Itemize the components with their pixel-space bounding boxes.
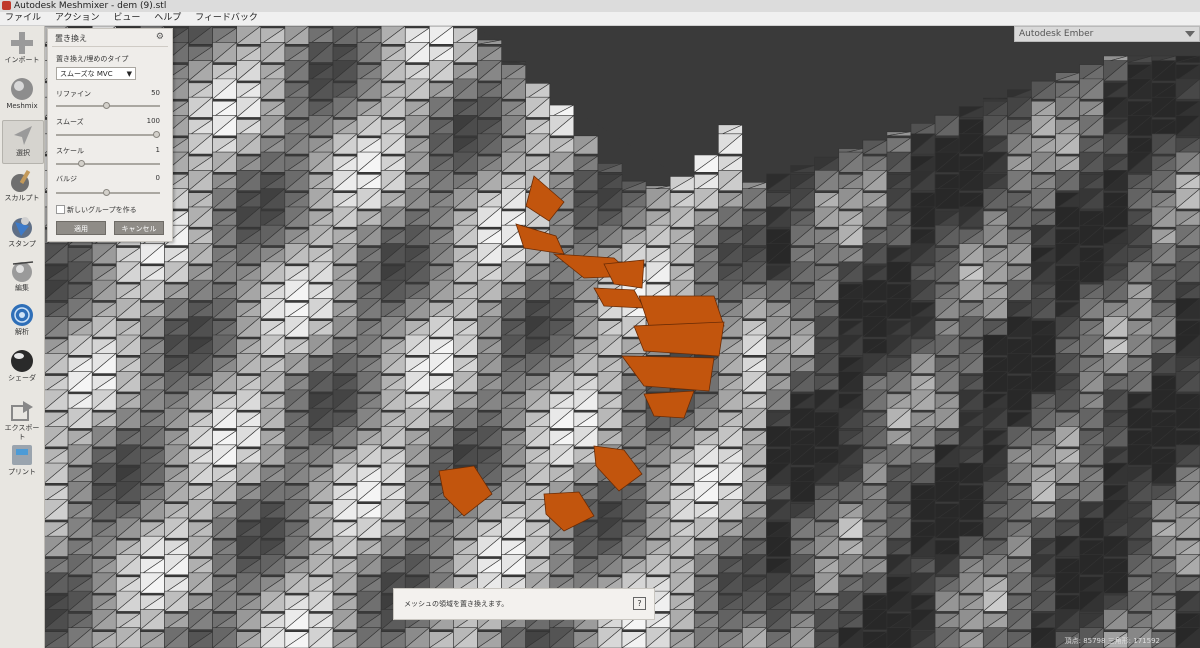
- refine-slider[interactable]: [56, 102, 160, 109]
- hint-text: メッシュの領域を置き換えます。: [404, 600, 509, 608]
- left-toolbar: インポート Meshmix 選択 スカルプト スタンプ 編集 解析 シェーダ エ…: [0, 26, 45, 648]
- status-bar: 頂点: 85798 三角形: 171592: [1064, 637, 1160, 645]
- scale-slider[interactable]: [56, 160, 160, 167]
- view-mode-dropdown[interactable]: Autodesk Ember: [1014, 26, 1200, 42]
- param-value-scale: 1: [155, 146, 160, 154]
- chevron-down-icon: [1185, 31, 1195, 37]
- tool-edit[interactable]: 編集: [2, 256, 42, 298]
- cancel-button[interactable]: キャンセル: [114, 221, 164, 235]
- param-label-scale: スケール: [56, 147, 84, 155]
- selected-face-region[interactable]: [603, 259, 645, 289]
- tool-meshmix[interactable]: Meshmix: [2, 74, 42, 116]
- tool-label: 選択: [16, 149, 30, 157]
- slider-knob[interactable]: [153, 131, 160, 138]
- panel-title: 置き換え: [55, 34, 87, 43]
- help-button[interactable]: ?: [633, 597, 646, 610]
- plus-icon: [11, 32, 33, 54]
- export-icon: [11, 401, 33, 421]
- analysis-icon: [11, 304, 33, 326]
- tool-sculpt[interactable]: スカルプト: [2, 166, 42, 208]
- menu-file[interactable]: ファイル: [0, 12, 47, 25]
- tool-shader[interactable]: シェーダ: [2, 346, 42, 388]
- type-dropdown-value: スムーズな MVC: [60, 70, 113, 78]
- menu-bar: ファイル アクション ビュー ヘルプ フィードバック: [0, 12, 1200, 26]
- arrow-cursor-icon: [14, 126, 32, 145]
- menu-feedback[interactable]: フィードバック: [190, 12, 264, 25]
- tool-label: インポート: [4, 56, 40, 64]
- 3d-viewport[interactable]: [44, 26, 1200, 648]
- tool-label: プリント: [8, 468, 36, 476]
- type-dropdown[interactable]: スムーズな MVC ▼: [56, 67, 136, 80]
- apply-button[interactable]: 適用: [56, 221, 106, 235]
- brush-icon: [11, 169, 31, 192]
- menu-action[interactable]: アクション: [50, 12, 106, 25]
- tool-analysis[interactable]: 解析: [2, 300, 42, 342]
- tool-label: シェーダ: [8, 374, 36, 382]
- hint-box: メッシュの領域を置き換えます。 ?: [393, 588, 655, 620]
- tool-print[interactable]: プリント: [2, 440, 42, 482]
- tool-export[interactable]: エクスポート: [2, 396, 42, 441]
- terrain-mesh[interactable]: [44, 26, 1200, 648]
- tool-label: 編集: [15, 284, 29, 292]
- view-mode-value: Autodesk Ember: [1019, 29, 1094, 39]
- tool-label: 解析: [15, 328, 29, 336]
- selected-face-region[interactable]: [638, 295, 725, 327]
- slider-knob[interactable]: [103, 189, 110, 196]
- menu-view[interactable]: ビュー: [108, 12, 146, 25]
- slider-knob[interactable]: [103, 102, 110, 109]
- bulge-slider[interactable]: [56, 189, 160, 196]
- new-group-label: 新しいグループを作る: [67, 206, 137, 214]
- type-label: 置き換え/埋めのタイプ: [56, 55, 129, 63]
- param-value-smooth: 100: [146, 117, 160, 125]
- stamp-icon: [12, 217, 32, 238]
- param-label-bulge: バルジ: [56, 175, 77, 183]
- meshmix-ball-icon: [11, 78, 33, 100]
- slider-knob[interactable]: [78, 160, 85, 167]
- param-value-bulge: 0: [155, 174, 160, 182]
- new-group-checkbox[interactable]: [56, 205, 65, 214]
- selected-face-region[interactable]: [633, 321, 725, 357]
- tool-select[interactable]: 選択: [2, 120, 44, 164]
- chevron-down-icon: ▼: [126, 70, 132, 78]
- edit-ball-icon: [12, 261, 34, 282]
- tool-label: スタンプ: [8, 240, 36, 248]
- param-label-refine: リファイン: [56, 90, 91, 98]
- window-title: Autodesk Meshmixer - dem (9).stl: [14, 1, 167, 11]
- tool-label: Meshmix: [6, 102, 38, 110]
- replace-panel: 置き換え ⚙ 置き換え/埋めのタイプ スムーズな MVC ▼ リファイン 50 …: [47, 28, 173, 242]
- smooth-slider[interactable]: [56, 131, 160, 138]
- printer-icon: [12, 445, 32, 465]
- tool-import[interactable]: インポート: [2, 28, 42, 70]
- app-icon: [2, 1, 11, 10]
- menu-help[interactable]: ヘルプ: [149, 12, 187, 25]
- param-label-smooth: スムーズ: [56, 118, 84, 126]
- gear-icon[interactable]: ⚙: [156, 32, 164, 42]
- panel-divider: [52, 46, 168, 47]
- tool-stamp[interactable]: スタンプ: [2, 212, 42, 254]
- shader-ball-icon: [11, 350, 33, 372]
- tool-label: スカルプト: [4, 194, 40, 202]
- param-value-refine: 50: [151, 89, 160, 97]
